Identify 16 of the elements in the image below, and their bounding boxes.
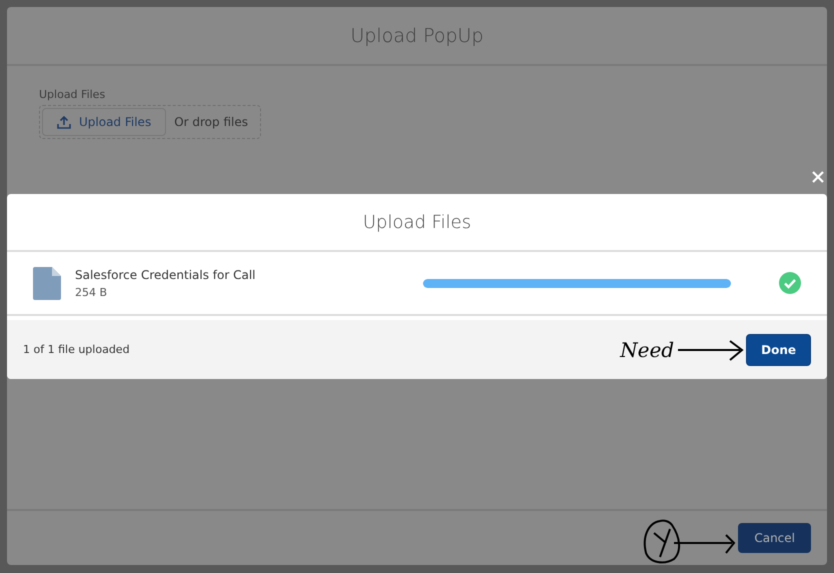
upload-icon [57, 116, 71, 128]
file-icon [33, 266, 61, 300]
modal-title: Upload PopUp [350, 24, 484, 46]
field-label: Upload Files [39, 88, 106, 101]
upload-status: 1 of 1 file uploaded [23, 343, 131, 356]
close-button[interactable] [812, 171, 824, 183]
done-button[interactable]: Done [746, 334, 811, 366]
cancel-button[interactable]: Cancel [738, 523, 811, 553]
upload-files-button[interactable]: Upload Files [42, 108, 166, 136]
file-drop-zone[interactable]: Upload Files Or drop files [39, 105, 261, 139]
file-size: 254 B [75, 286, 108, 298]
handwritten-note: Need [620, 338, 674, 362]
arrow-scribble [676, 338, 746, 362]
file-name: Salesforce Credentials for Call [75, 268, 257, 282]
drop-hint: Or drop files [174, 115, 248, 129]
dialog-title: Upload Files [362, 212, 472, 232]
